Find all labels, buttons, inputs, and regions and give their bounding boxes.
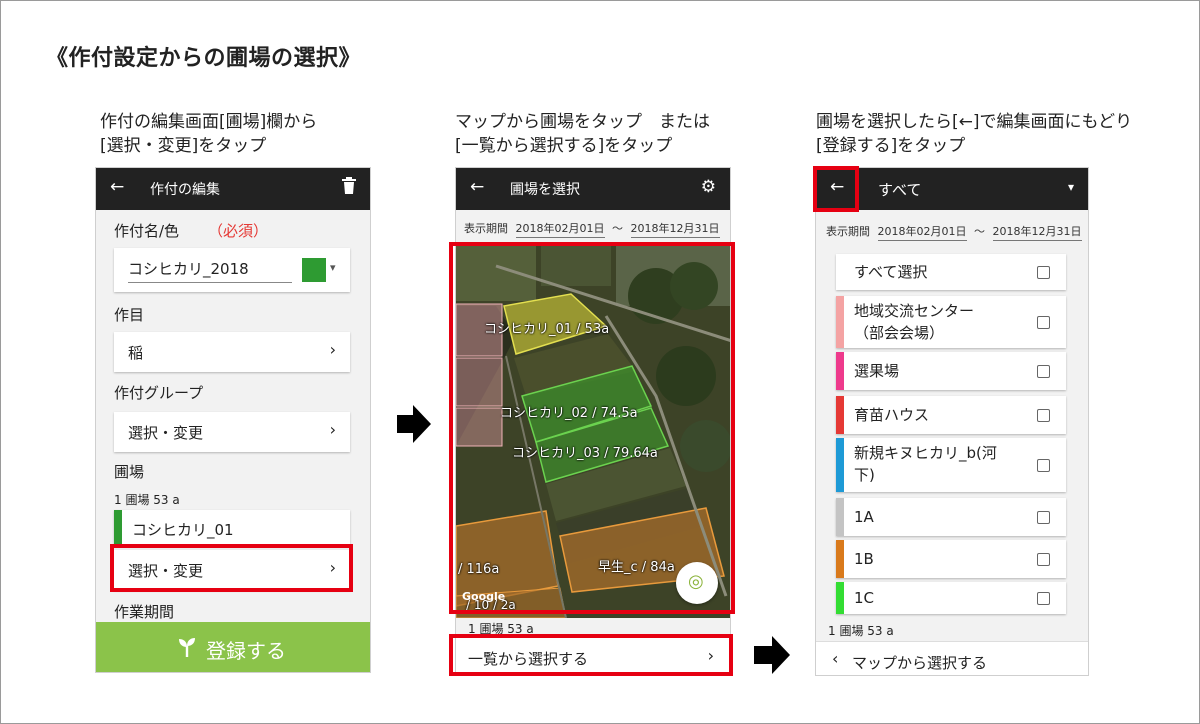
color-dropdown-icon[interactable]: ▾	[330, 261, 336, 274]
map-select-label: マップから選択する	[852, 654, 988, 672]
period-label: 表示期間	[826, 225, 870, 238]
screen-title: 作付の編集	[150, 182, 220, 198]
chevron-right-icon: ›	[329, 420, 336, 439]
field-checklist-row[interactable]: 地域交流センター （部会会場）	[836, 296, 1066, 348]
checkbox[interactable]	[1037, 459, 1050, 472]
field-color-bar	[836, 254, 844, 290]
field-count: 1 圃場 53 a	[828, 624, 894, 638]
crop-name-input[interactable]: コシヒカリ_2018	[128, 258, 292, 283]
display-period: 表示期間 2018年02月01日 〜 2018年12月31日	[826, 223, 1082, 241]
back-arrow-icon[interactable]: ←	[110, 177, 124, 197]
crop-group-label: 作付グループ	[114, 384, 204, 402]
crop-name-label: 作付名/色	[114, 222, 180, 240]
field-checklist-label: 1A	[854, 508, 874, 526]
sprout-icon	[178, 637, 196, 661]
field-checklist-row[interactable]: すべて選択	[836, 254, 1066, 290]
step1-caption: 作付の編集画面[圃場]欄から [選択・変更]をタップ	[100, 110, 317, 158]
field-label: 圃場	[114, 463, 145, 481]
step2-caption: マップから圃場をタップ または [一覧から選択する]をタップ	[455, 110, 710, 158]
field-color-bar	[114, 510, 122, 546]
step2-caption-line1: マップから圃場をタップ または	[455, 112, 710, 132]
screen-title: 圃場を選択	[510, 182, 580, 198]
field-checklist-row[interactable]: 1A	[836, 498, 1066, 536]
crop-type-value: 稲	[128, 344, 144, 362]
page-title: 《作付設定からの圃場の選択》	[46, 46, 362, 71]
field-checklist-label: 選果場	[854, 362, 900, 380]
field-color-bar	[836, 396, 844, 434]
crop-group-value: 選択・変更	[128, 424, 204, 442]
field-list-screen: ← すべて ▾ 表示期間 2018年02月01日 〜 2018年12月31日 す…	[815, 167, 1089, 676]
checkbox[interactable]	[1037, 553, 1050, 566]
field-item-name: コシヒカリ_01	[132, 521, 234, 539]
highlight-back-button	[813, 166, 859, 212]
arrow-right-icon	[397, 405, 431, 447]
crop-type-selector[interactable]: 稲 ›	[114, 332, 350, 372]
field-color-bar	[836, 540, 844, 578]
back-arrow-icon[interactable]: ←	[470, 177, 484, 197]
register-label: 登録する	[206, 639, 286, 663]
crop-name-card: コシヒカリ_2018 ▾	[114, 248, 350, 292]
edit-crop-screen: ← 作付の編集 作付名/色 （必須） コシヒカリ_2018 ▾ 作目 稲 › 作…	[95, 167, 371, 673]
checkbox[interactable]	[1037, 511, 1050, 524]
filter-title[interactable]: すべて	[878, 179, 921, 200]
date-to-input[interactable]: 2018年12月31日	[992, 225, 1082, 241]
arrow-right-icon	[754, 636, 790, 678]
chevron-right-icon: ›	[329, 340, 336, 359]
register-button[interactable]: 登録する	[96, 622, 370, 672]
step3-caption: 圃場を選択したら[←]で編集画面にもどり [登録する]をタップ	[816, 110, 1132, 158]
display-period: 表示期間 2018年02月01日 〜 2018年12月31日	[464, 220, 720, 238]
trash-icon[interactable]	[342, 177, 356, 199]
map-select-button[interactable]: ‹ マップから選択する	[816, 641, 1088, 675]
field-checklist-label: すべて選択	[854, 263, 928, 281]
field-checklist-label: 地域交流センター （部会会場）	[854, 302, 975, 342]
checkbox[interactable]	[1037, 316, 1050, 329]
step3-caption-line2: [登録する]をタップ	[816, 136, 966, 156]
checkbox[interactable]	[1037, 409, 1050, 422]
field-checklist-row[interactable]: 新規キヌヒカリ_b(河 下)	[836, 438, 1066, 492]
select-field-topbar: ← 圃場を選択 ⚙	[456, 168, 730, 210]
field-list-item: コシヒカリ_01	[114, 510, 350, 546]
step1-caption-line1: 作付の編集画面[圃場]欄から	[100, 112, 318, 132]
field-checklist-label: 1C	[854, 589, 875, 607]
field-checklist-label: 新規キヌヒカリ_b(河 下)	[854, 444, 997, 484]
field-checklist-row[interactable]: 1B	[836, 540, 1066, 578]
field-color-bar	[836, 438, 844, 492]
date-from-input[interactable]: 2018年02月01日	[515, 222, 605, 238]
field-color-bar	[836, 352, 844, 390]
tilde: 〜	[612, 222, 623, 235]
date-from-input[interactable]: 2018年02月01日	[877, 225, 967, 241]
required-label: （必須）	[208, 222, 269, 240]
step2-caption-line2: [一覧から選択する]をタップ	[455, 136, 673, 156]
date-to-input[interactable]: 2018年12月31日	[630, 222, 720, 238]
step3-caption-line1: 圃場を選択したら[←]で編集画面にもどり	[816, 112, 1133, 132]
field-count: 1 圃場 53 a	[114, 493, 180, 507]
field-checklist-row[interactable]: 育苗ハウス	[836, 396, 1066, 434]
checkbox[interactable]	[1037, 266, 1050, 279]
field-checklist-label: 1B	[854, 550, 874, 568]
field-color-bar	[836, 582, 844, 614]
highlight-map	[449, 242, 735, 614]
field-checklist-row[interactable]: 1C	[836, 582, 1066, 614]
tilde: 〜	[974, 225, 985, 238]
checkbox[interactable]	[1037, 592, 1050, 605]
work-period-label: 作業期間	[114, 603, 175, 621]
field-checklist-row[interactable]: 選果場	[836, 352, 1066, 390]
period-label: 表示期間	[464, 222, 508, 235]
crop-group-selector[interactable]: 選択・変更 ›	[114, 412, 350, 452]
gear-icon[interactable]: ⚙	[701, 177, 716, 197]
checkbox[interactable]	[1037, 365, 1050, 378]
field-color-bar	[836, 498, 844, 536]
field-checklist-label: 育苗ハウス	[854, 406, 930, 424]
color-swatch[interactable]	[302, 258, 326, 282]
dropdown-caret-icon[interactable]: ▾	[1068, 180, 1074, 194]
edit-crop-topbar: ← 作付の編集	[96, 168, 370, 210]
field-color-bar	[836, 296, 844, 348]
highlight-list-select	[449, 634, 733, 676]
highlight-select-change	[110, 544, 353, 592]
step1-caption-line2: [選択・変更]をタップ	[100, 136, 267, 156]
chevron-left-icon: ‹	[832, 649, 839, 668]
crop-type-label: 作目	[114, 306, 145, 324]
